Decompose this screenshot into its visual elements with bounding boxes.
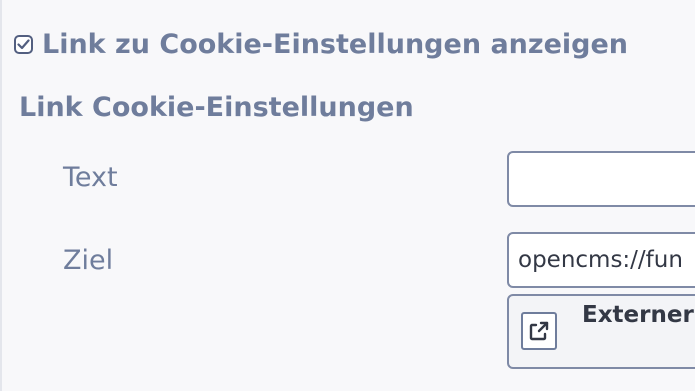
external-link-icon <box>521 312 557 350</box>
external-link-button[interactable]: Externer <box>507 294 695 369</box>
text-field-label: Text <box>63 162 118 193</box>
external-link-glyph <box>529 321 549 341</box>
text-input[interactable] <box>507 151 695 207</box>
section-heading: Link Cookie-Einstellungen <box>19 92 414 123</box>
ziel-input-value: opencms://fun <box>518 247 683 273</box>
ziel-input[interactable]: opencms://fun <box>507 232 695 288</box>
cookie-link-checkbox-label[interactable]: Link zu Cookie-Einstellungen anzeigen <box>42 29 628 60</box>
cookie-link-checkbox-row[interactable]: Link zu Cookie-Einstellungen anzeigen <box>14 26 628 62</box>
cookie-link-checkbox[interactable] <box>14 34 33 54</box>
ziel-field-label: Ziel <box>63 245 114 276</box>
checkmark-icon <box>17 38 30 49</box>
external-link-label: Externer <box>582 302 694 328</box>
left-divider <box>0 0 2 391</box>
